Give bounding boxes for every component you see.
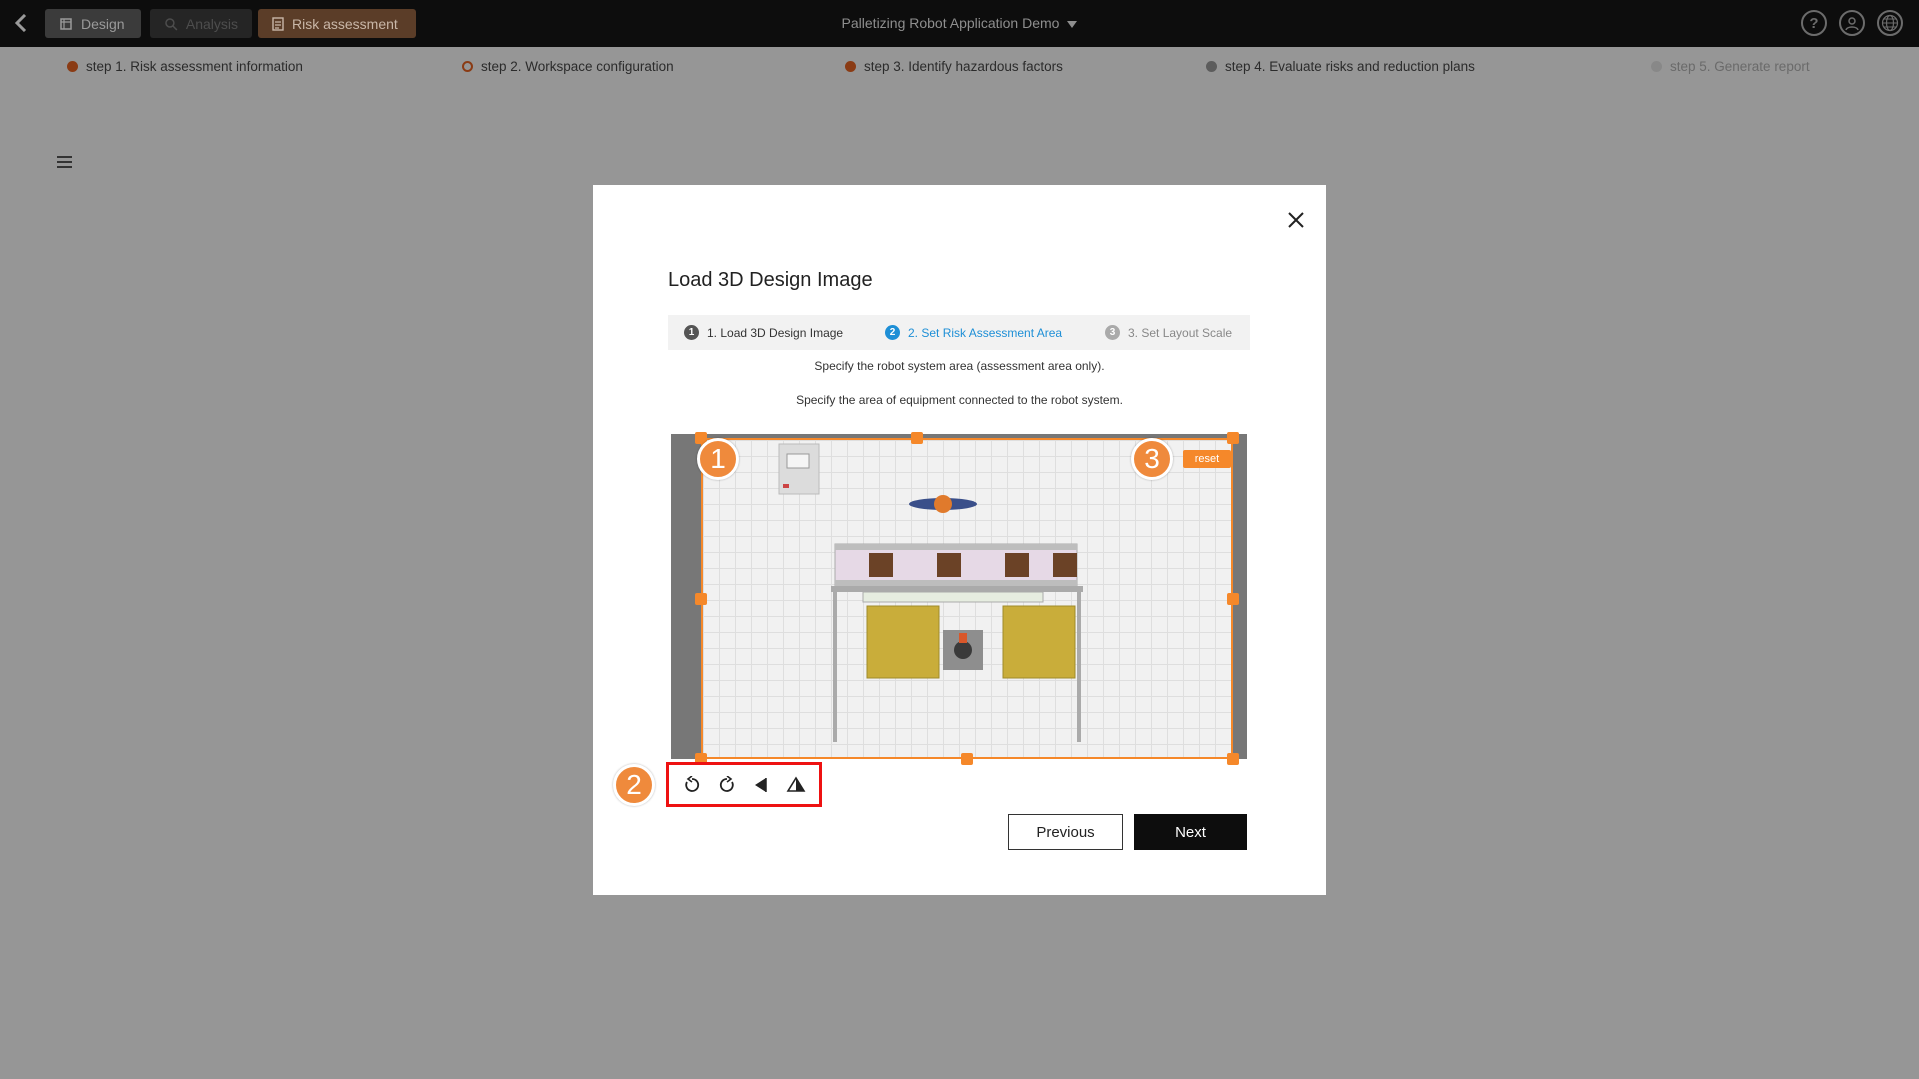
step-3[interactable]: step 3. Identify hazardous factors <box>845 59 1063 74</box>
help-icon[interactable]: ? <box>1801 10 1827 36</box>
wizard-steps: 1 1. Load 3D Design Image 2 2. Set Risk … <box>668 315 1250 350</box>
instruction-text-1: Specify the robot system area (assessmen… <box>814 359 1105 373</box>
resize-handle-top[interactable] <box>911 432 923 444</box>
resize-handle-bottom[interactable] <box>961 753 973 765</box>
step-label: step 2. Workspace configuration <box>481 59 674 74</box>
wizard-step-1[interactable]: 1 1. Load 3D Design Image <box>684 325 843 340</box>
menu-icon[interactable] <box>57 156 72 168</box>
step-status-dot <box>845 61 856 72</box>
annotation-badge-2: 2 <box>613 764 655 806</box>
rotate-left-icon[interactable] <box>679 772 705 798</box>
step-label: step 1. Risk assessment information <box>86 59 303 74</box>
wizard-step-label: 3. Set Layout Scale <box>1128 325 1233 340</box>
step-status-dot <box>1206 61 1217 72</box>
step-status-dot <box>67 61 78 72</box>
step-1[interactable]: step 1. Risk assessment information <box>67 59 303 74</box>
resize-handle-left[interactable] <box>695 593 707 605</box>
wizard-step-label: 2. Set Risk Assessment Area <box>908 325 1063 340</box>
project-title: Palletizing Robot Application Demo <box>841 15 1060 31</box>
annotation-badge-3: 3 <box>1131 438 1173 480</box>
wizard-step-number: 1 <box>684 325 699 340</box>
process-steps: step 1. Risk assessment information step… <box>0 47 1919 89</box>
image-transform-toolbar <box>666 762 822 807</box>
step-2[interactable]: step 2. Workspace configuration <box>462 59 674 74</box>
step-5: step 5. Generate report <box>1651 59 1810 74</box>
reset-button[interactable]: reset <box>1183 450 1231 468</box>
step-4[interactable]: step 4. Evaluate risks and reduction pla… <box>1206 59 1475 74</box>
step-label: step 5. Generate report <box>1670 59 1810 74</box>
step-status-dot <box>1651 61 1662 72</box>
project-selector[interactable]: Palletizing Robot Application Demo <box>0 15 1919 31</box>
annotation-badge-1: 1 <box>697 438 739 480</box>
instruction-text-2: Specify the area of equipment connected … <box>796 393 1123 407</box>
rotate-right-icon[interactable] <box>714 772 740 798</box>
resize-handle-right[interactable] <box>1227 593 1239 605</box>
resize-handle-top-right[interactable] <box>1227 432 1239 444</box>
dialog-title: Load 3D Design Image <box>668 269 873 291</box>
load-image-dialog: Load 3D Design Image 1 1. Load 3D Design… <box>593 185 1326 895</box>
wizard-step-number: 2 <box>885 325 900 340</box>
next-button[interactable]: Next <box>1134 814 1247 850</box>
wizard-step-3[interactable]: 3 3. Set Layout Scale <box>1105 325 1232 340</box>
step-status-dot <box>462 61 473 72</box>
flip-vertical-icon[interactable] <box>783 772 809 798</box>
flip-horizontal-icon[interactable] <box>748 772 774 798</box>
step-label: step 4. Evaluate risks and reduction pla… <box>1225 59 1475 74</box>
previous-button[interactable]: Previous <box>1008 814 1123 850</box>
assessment-area-selection[interactable] <box>701 438 1233 759</box>
step-label: step 3. Identify hazardous factors <box>864 59 1063 74</box>
wizard-step-label: 1. Load 3D Design Image <box>707 325 844 340</box>
top-bar: Design Analysis Risk assessment Palletiz… <box>0 0 1919 47</box>
globe-icon[interactable] <box>1877 10 1903 36</box>
resize-handle-bottom-right[interactable] <box>1227 753 1239 765</box>
layout-image-canvas[interactable]: reset 1 3 <box>671 432 1247 765</box>
close-icon[interactable] <box>1283 207 1309 233</box>
wizard-step-number: 3 <box>1105 325 1120 340</box>
wizard-step-2[interactable]: 2 2. Set Risk Assessment Area <box>885 325 1062 340</box>
chevron-down-icon <box>1067 20 1078 28</box>
user-icon[interactable] <box>1839 10 1865 36</box>
layout-drawing <box>778 443 1083 742</box>
